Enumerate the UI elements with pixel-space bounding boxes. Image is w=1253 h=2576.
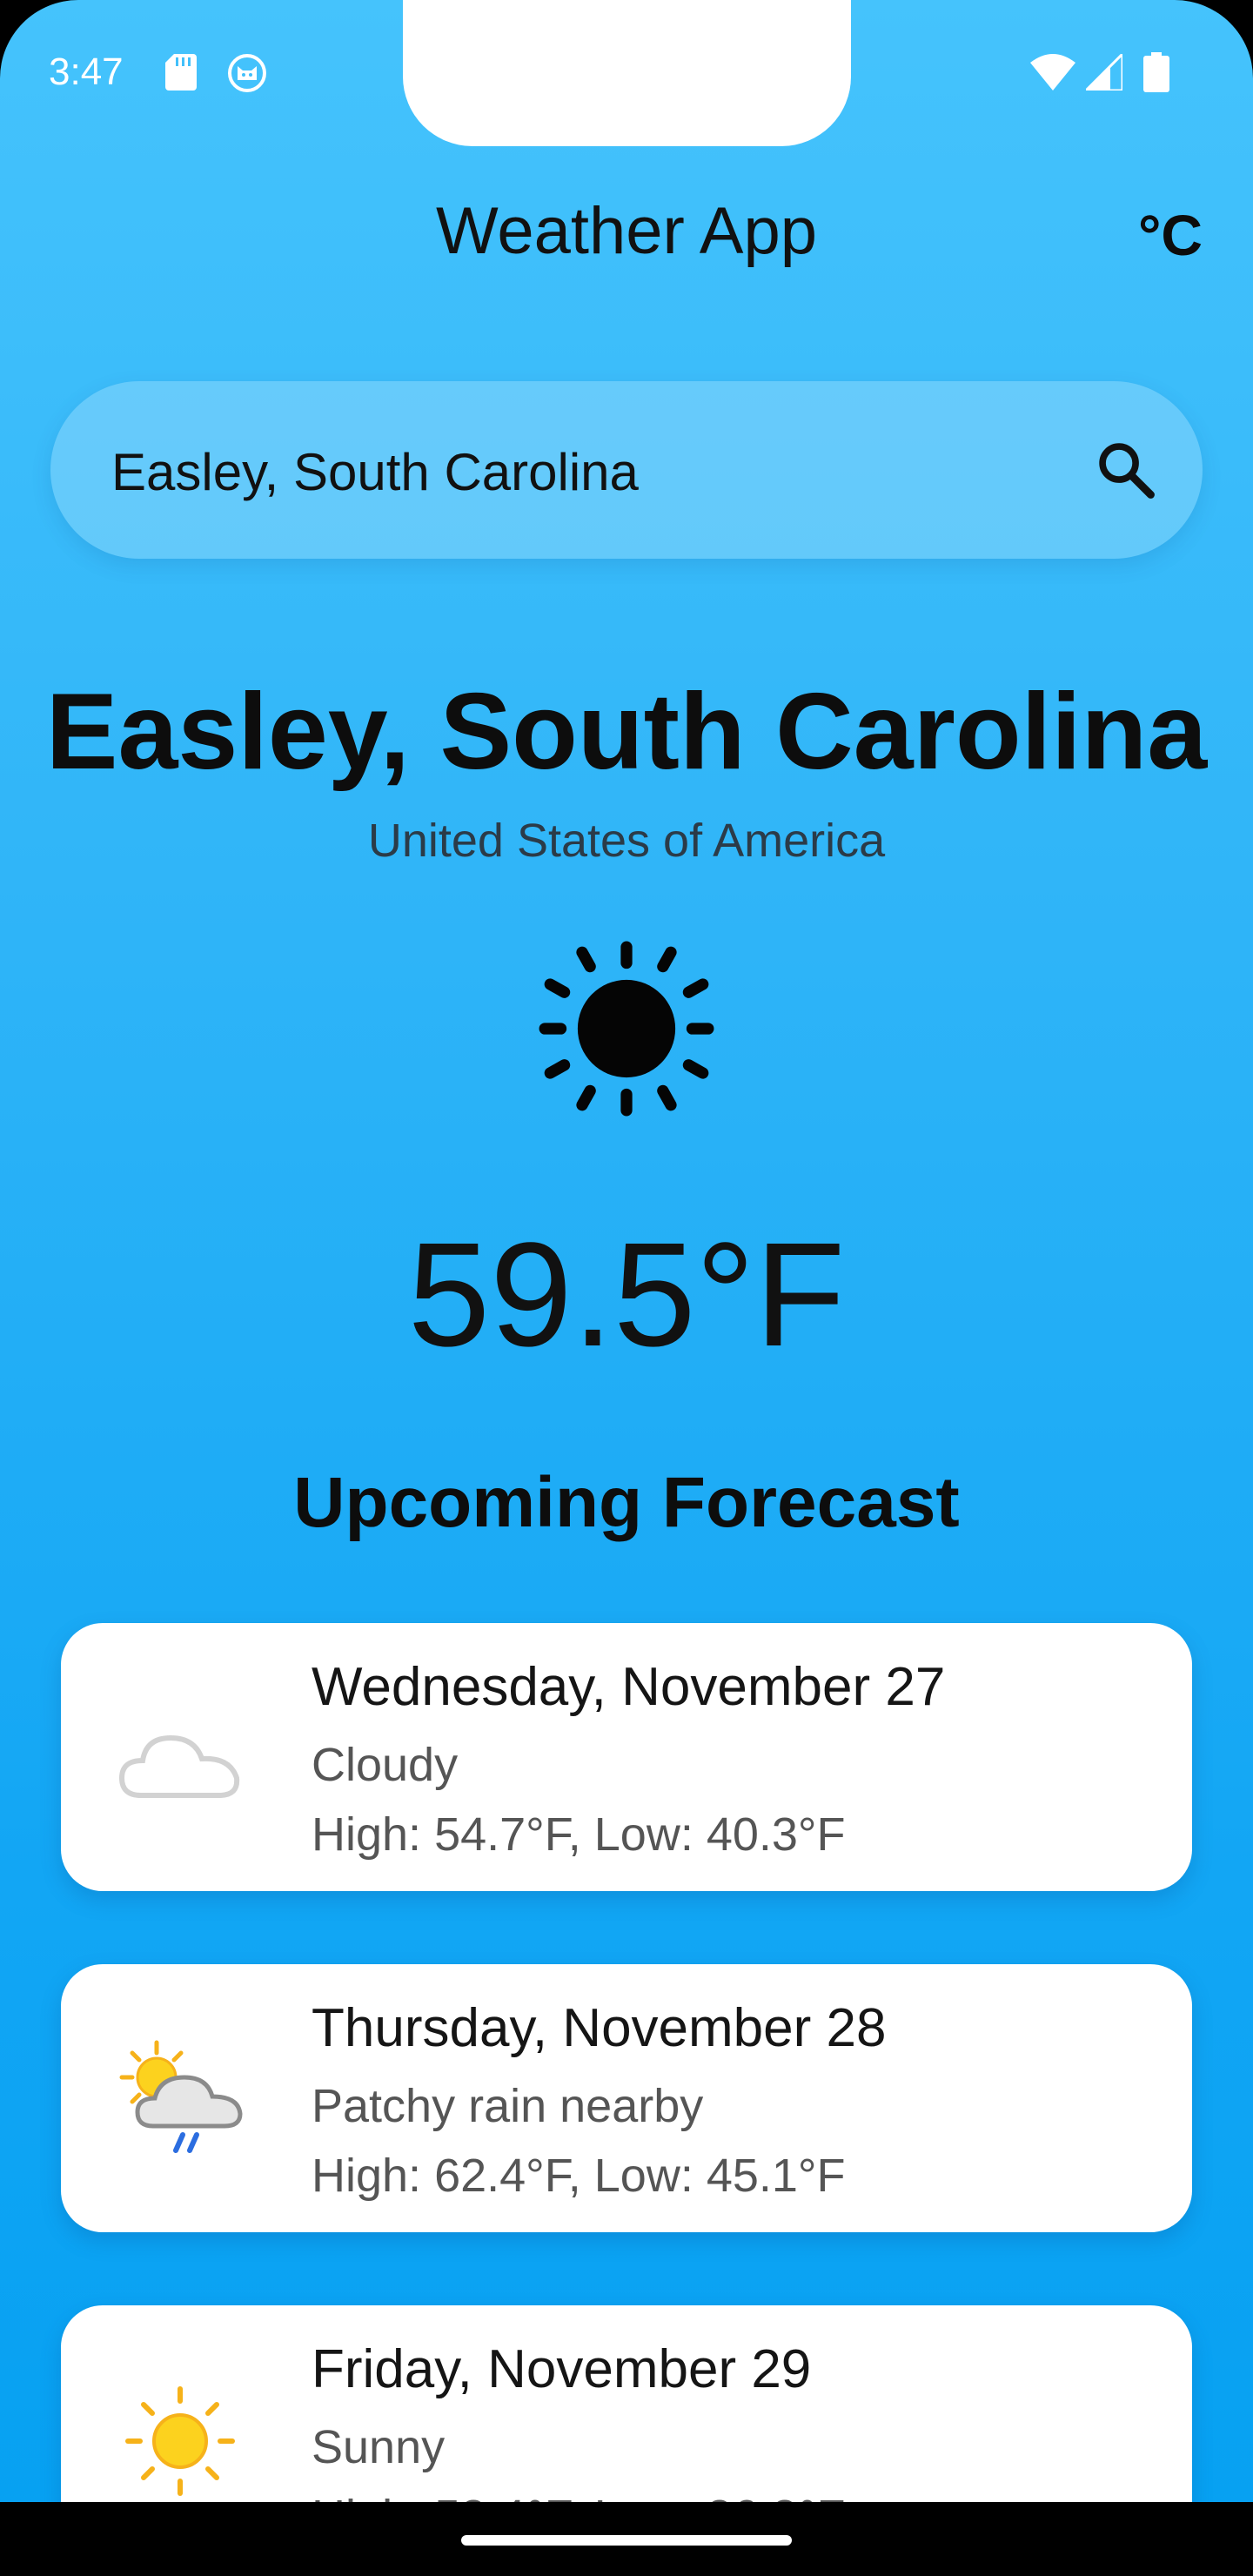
home-gesture-handle[interactable] [461, 2535, 792, 2546]
search-input[interactable]: Easley, South Carolina [111, 442, 639, 502]
search-bar[interactable]: Easley, South Carolina [50, 381, 1203, 559]
forecast-high-low: High: 53.4°F, Low: 36.3°F [312, 2490, 846, 2502]
wifi-icon [1030, 54, 1075, 91]
patchy-rain-icon [119, 2040, 243, 2153]
cat-icon [228, 54, 266, 92]
forecast-day: Thursday, November 28 [312, 1998, 887, 2058]
forecast-high-low: High: 62.4°F, Low: 45.1°F [312, 2150, 846, 2202]
search-icon[interactable] [1093, 437, 1159, 503]
app-screen: 3:47 Weather App °C Easley, South Caroli… [0, 0, 1253, 2502]
app-title: Weather App [435, 194, 817, 268]
forecast-day: Wednesday, November 27 [312, 1657, 946, 1717]
forecast-condition: Cloudy [312, 1739, 459, 1791]
unit-toggle-button[interactable]: °C [1138, 202, 1203, 268]
sunny-icon [125, 2386, 235, 2496]
forecast-day: Friday, November 29 [312, 2339, 812, 2399]
forecast-heading: Upcoming Forecast [293, 1463, 960, 1542]
forecast-card[interactable]: Friday, November 29 Sunny High: 53.4°F, … [61, 2305, 1192, 2502]
sun-icon [539, 941, 714, 1117]
camera-notch [403, 0, 851, 146]
battery-icon [1143, 52, 1169, 92]
country-name: United States of America [367, 815, 886, 867]
forecast-condition: Sunny [312, 2421, 446, 2473]
signal-icon [1086, 54, 1122, 91]
forecast-high-low: High: 54.7°F, Low: 40.3°F [312, 1808, 846, 1861]
forecast-card[interactable]: Thursday, November 28 Patchy rain nearby… [61, 1964, 1192, 2232]
sd-card-icon [165, 54, 197, 91]
cloud-icon [118, 1734, 240, 1798]
city-name: Easley, South Carolina [45, 672, 1208, 792]
navigation-bar [0, 2502, 1253, 2576]
forecast-condition: Patchy rain nearby [312, 2080, 704, 2132]
current-temperature: 59.5°F [407, 1212, 846, 1378]
status-time: 3:47 [49, 50, 124, 93]
forecast-card[interactable]: Wednesday, November 27 Cloudy High: 54.7… [61, 1623, 1192, 1891]
